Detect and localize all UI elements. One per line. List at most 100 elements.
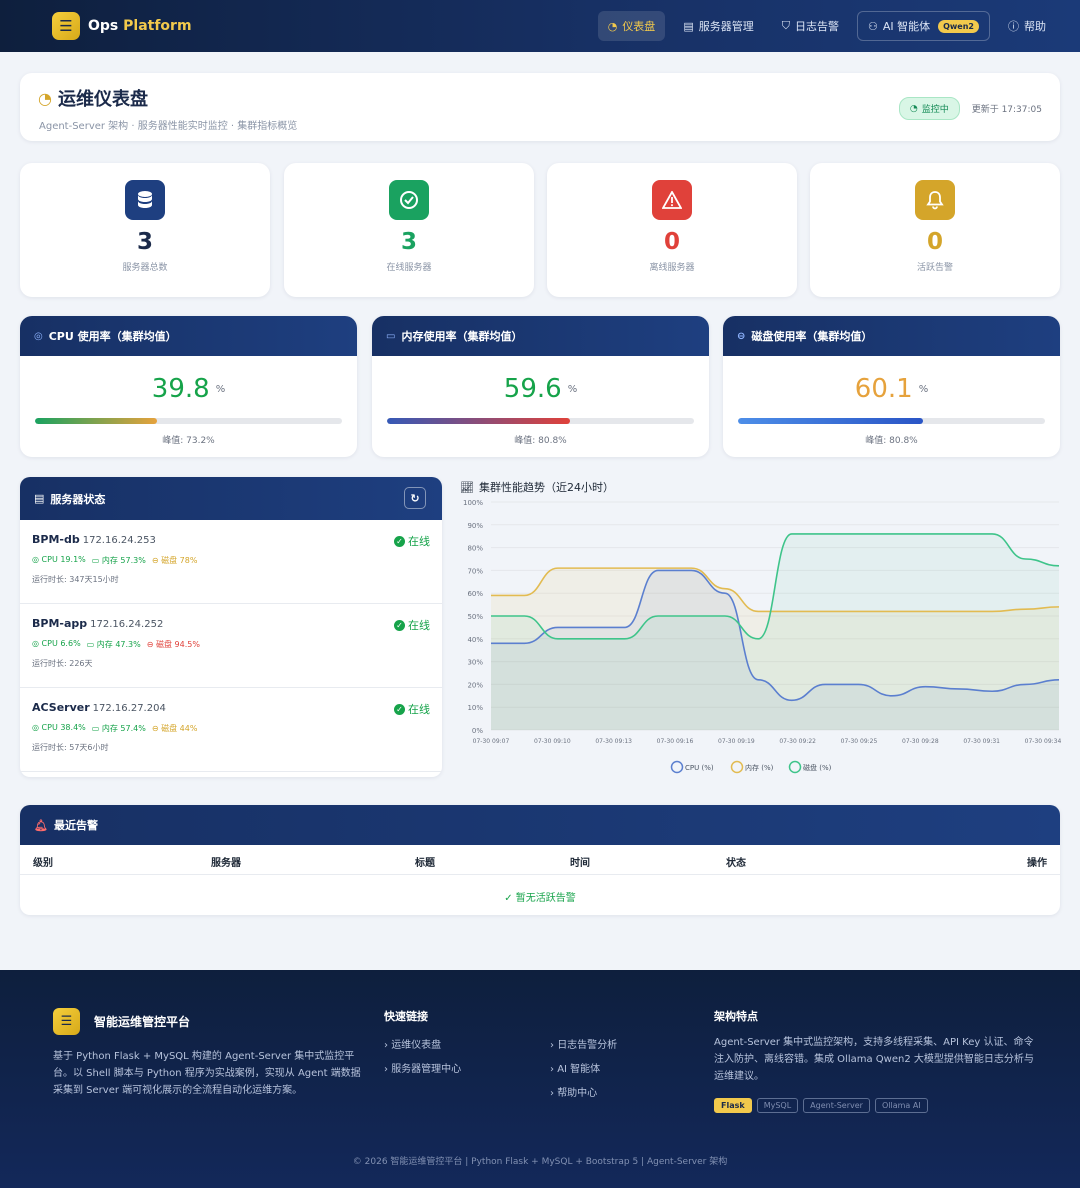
server-name: BPM-db 172.16.24.253 xyxy=(32,533,156,546)
server-status: ✓ 在线 xyxy=(394,701,430,717)
x-tick-label: 07-30 09:07 xyxy=(473,738,510,745)
col-header-status: 状态 xyxy=(726,858,746,869)
footer-link-ai[interactable]: › AI 智能体 xyxy=(550,1060,600,1075)
footer-link-dashboard[interactable]: › 运维仪表盘 xyxy=(384,1036,441,1051)
nav-links: ◔ 仪表盘 ▤ 服务器管理 ⛉ 日志告警 ⚇ AI 智能体 Qwen2 ⓘ 帮助 xyxy=(597,11,1056,41)
usage-value: 39.8% xyxy=(151,374,226,404)
y-tick-label: 20% xyxy=(467,681,483,689)
y-tick-label: 80% xyxy=(467,545,483,553)
gauge-icon: ◔ xyxy=(38,88,52,108)
usage-value: 60.1% xyxy=(854,374,929,404)
x-tick-label: 07-30 09:16 xyxy=(657,738,694,745)
server-stack-icon: ☰ xyxy=(53,1008,80,1035)
usage-progress-bar xyxy=(738,418,1045,424)
y-tick-label: 100% xyxy=(463,499,483,507)
check-circle-icon: ✓ xyxy=(504,893,513,904)
x-tick-label: 07-30 09:34 xyxy=(1025,738,1062,745)
alerts-empty-state: ✓ 暂无活跃告警 xyxy=(504,893,576,904)
refresh-icon: ↻ xyxy=(410,491,420,505)
server-row[interactable]: BPM-db 172.16.24.253 ✓ 在线 ◎ CPU 19.1% ▭ 内存… xyxy=(20,520,442,604)
usage-card-memory: ▭ 内存使用率（集群均值） 59.6% 峰值: 80.8% xyxy=(372,316,709,457)
brand-name: Ops Platform xyxy=(88,18,192,34)
tag-ollama: Ollama AI xyxy=(874,1098,928,1113)
col-header-title: 标题 xyxy=(415,858,435,869)
cpu-metric: ◎ CPU 6.6% xyxy=(32,639,81,648)
memory-icon: ▭ xyxy=(386,330,396,342)
server-name: BPM-app 172.16.24.252 xyxy=(32,617,164,630)
server-status-panel: ▤ 服务器状态 ↻ BPM-db 172.16.24.253 ✓ 在线 ◎ CPU 1… xyxy=(20,477,442,777)
shield-icon: ⛉ xyxy=(781,19,790,32)
legend-marker xyxy=(730,760,744,774)
page-footer: ☰ 智能运维管控平台 基于 Python Flask + MySQL 构建的 A… xyxy=(0,970,1080,1188)
footer-link-logs[interactable]: › 日志告警分析 xyxy=(550,1036,617,1051)
nav-item-ai[interactable]: ⚇ AI 智能体 Qwen2 xyxy=(856,11,990,41)
x-tick-label: 07-30 09:19 xyxy=(718,738,755,745)
usage-progress-bar xyxy=(35,418,342,424)
update-time: 更新于 17:37:05 xyxy=(971,105,1042,115)
server-row[interactable]: BPM-app 172.16.24.252 ✓ 在线 ◎ CPU 6.6% ▭ 内存… xyxy=(20,604,442,688)
footer-link-help[interactable]: › 帮助中心 xyxy=(550,1084,597,1099)
legend-label: CPU (%) xyxy=(685,764,714,772)
alerts-header: 🔔︎ 最近告警 xyxy=(20,805,1060,845)
page-subtitle: Agent-Server 架构 · 服务器性能实时监控 · 集群指标概览 xyxy=(39,121,298,132)
robot-icon: ⚇ xyxy=(867,19,878,33)
server-metrics: ◎ CPU 38.4% ▭ 内存 57.4% ⊖ 磁盘 44% xyxy=(32,723,430,734)
disk-icon: ⊖ xyxy=(737,330,746,342)
server-name: ACServer 172.16.27.204 xyxy=(32,701,166,714)
usage-progress-fill xyxy=(387,418,570,424)
stat-card-offline-servers: 0 离线服务器 xyxy=(547,163,797,297)
stat-label: 在线服务器 xyxy=(386,263,432,273)
help-icon: ⓘ xyxy=(1008,20,1019,33)
y-tick-label: 30% xyxy=(467,659,483,667)
stat-card-online-servers: 3 在线服务器 xyxy=(284,163,534,297)
brand[interactable]: ☰ Ops Platform xyxy=(52,12,192,40)
cpu-metric: ◎ CPU 38.4% xyxy=(32,723,86,732)
tag-agent-server: Agent-Server xyxy=(803,1098,870,1113)
disk-metric: ⊖ 磁盘 94.5% xyxy=(146,640,200,649)
nav-item-dashboard[interactable]: ◔ 仪表盘 xyxy=(597,11,666,41)
stat-value: 0 xyxy=(663,229,680,255)
server-row[interactable]: ACServer 172.16.27.204 ✓ 在线 ◎ CPU 38.4% ▭ … xyxy=(20,688,442,772)
footer-brand-name: 智能运维管控平台 xyxy=(94,1015,191,1029)
stat-value: 0 xyxy=(926,229,943,255)
server-panel-header: ▤ 服务器状态 ↻ xyxy=(20,477,442,520)
stat-value: 3 xyxy=(136,229,153,255)
footer-link-servers[interactable]: › 服务器管理中心 xyxy=(384,1060,461,1075)
footer-brand: ☰ 智能运维管控平台 xyxy=(53,1008,190,1035)
x-tick-label: 07-30 09:10 xyxy=(534,738,571,745)
nav-item-logs[interactable]: ⛉ 日志告警 xyxy=(772,11,849,41)
col-header-action: 操作 xyxy=(1027,858,1047,869)
server-ip: 172.16.24.253 xyxy=(82,535,156,546)
page-title: ◔ 运维仪表盘 xyxy=(38,88,148,111)
y-tick-label: 40% xyxy=(467,636,483,644)
server-uptime: 运行时长: 347天15小时 xyxy=(32,575,119,584)
y-tick-label: 0% xyxy=(472,727,483,735)
nav-item-help[interactable]: ⓘ 帮助 xyxy=(998,11,1056,41)
server-stack-icon: ☰ xyxy=(52,12,80,40)
check-icon: ✓ xyxy=(394,703,405,715)
bell-icon xyxy=(915,180,955,220)
check-icon: ✓ xyxy=(394,619,405,631)
tag-flask: Flask xyxy=(714,1098,752,1113)
footer-copyright: © 2026 智能运维管控平台 | Python Flask + MySQL +… xyxy=(352,1157,728,1167)
server-metrics: ◎ CPU 19.1% ▭ 内存 57.3% ⊖ 磁盘 78% xyxy=(32,555,430,566)
check-circle-icon xyxy=(389,180,429,220)
usage-value: 59.6% xyxy=(503,374,578,404)
usage-progress-fill xyxy=(738,418,923,424)
database-icon xyxy=(125,180,165,220)
refresh-button[interactable]: ↻ xyxy=(404,487,426,509)
y-tick-label: 50% xyxy=(467,613,483,621)
memory-metric: ▭ 内存 57.4% xyxy=(91,724,146,733)
memory-metric: ▭ 内存 57.3% xyxy=(91,556,146,565)
warning-icon xyxy=(652,180,692,220)
server-ip: 172.16.24.252 xyxy=(90,619,164,630)
y-tick-label: 60% xyxy=(467,590,483,598)
nav-item-servers[interactable]: ▤ 服务器管理 xyxy=(673,11,763,41)
legend-marker xyxy=(670,760,684,774)
line-chart-icon: 📈︎ xyxy=(460,480,474,494)
bell-icon: 🔔︎ xyxy=(34,818,48,832)
stat-value: 3 xyxy=(400,229,417,255)
y-tick-label: 70% xyxy=(467,567,483,575)
server-status: ✓ 在线 xyxy=(394,617,430,633)
chart-title: 📈︎ 集群性能趋势（近24小时） xyxy=(460,480,614,495)
